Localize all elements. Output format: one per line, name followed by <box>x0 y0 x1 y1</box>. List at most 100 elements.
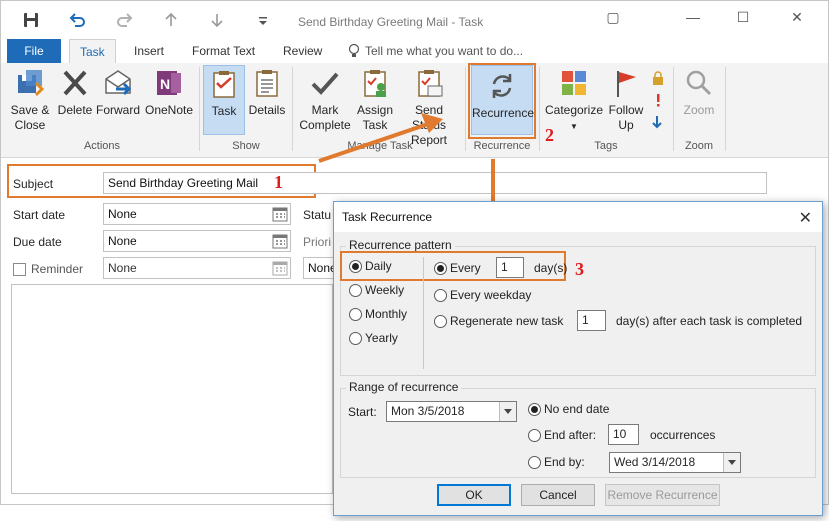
minimize-button[interactable]: — <box>681 9 705 29</box>
categorize-icon <box>562 71 586 95</box>
calendar-icon[interactable] <box>272 233 288 249</box>
subject-label: Subject <box>13 177 54 191</box>
tab-insert[interactable]: Insert <box>134 39 164 63</box>
every-weekday-radio[interactable] <box>434 289 447 302</box>
zoom-button[interactable]: Zoom <box>679 67 719 118</box>
due-date-input[interactable]: None <box>103 230 291 252</box>
assign-task-button[interactable]: Assign Task <box>354 67 396 133</box>
tab-file[interactable]: File <box>7 39 61 63</box>
every-days-input[interactable]: 1 <box>496 257 524 278</box>
window-title: Send Birthday Greeting Mail - Task <box>298 15 484 29</box>
zoom-label: Zoom <box>683 103 715 117</box>
mark-complete-label-1: Mark <box>311 103 339 117</box>
onenote-button[interactable]: N OneNote <box>142 67 196 118</box>
calendar-icon[interactable] <box>272 260 288 276</box>
start-date-combo[interactable]: Mon 3/5/2018 <box>386 401 517 422</box>
reminder-date-input[interactable]: None <box>103 257 291 279</box>
due-date-label: Due date <box>13 235 62 249</box>
due-date-value: None <box>108 234 137 248</box>
up-arrow-icon[interactable] <box>161 10 181 30</box>
cancel-button[interactable]: Cancel <box>521 484 595 506</box>
regenerate-label: Regenerate new task <box>450 314 564 328</box>
delete-button[interactable]: Delete <box>55 67 95 118</box>
redo-icon[interactable] <box>115 10 135 30</box>
tell-me-search[interactable]: Tell me what you want to do... <box>365 39 523 63</box>
yearly-radio[interactable] <box>349 332 362 345</box>
tab-task[interactable]: Task <box>69 39 116 63</box>
weekly-radio[interactable] <box>349 284 362 297</box>
onenote-label: OneNote <box>144 103 194 117</box>
svg-text:N: N <box>160 76 170 92</box>
zoom-icon <box>686 70 712 96</box>
categorize-dropdown-arrow[interactable]: ▼ <box>570 122 578 131</box>
end-after-radio[interactable] <box>528 429 541 442</box>
monthly-radio[interactable] <box>349 308 362 321</box>
follow-up-button[interactable]: Follow Up <box>605 67 647 133</box>
no-end-date-radio[interactable] <box>528 403 541 416</box>
maximize-button[interactable]: ☐ <box>731 9 755 29</box>
priority-label: Priori <box>303 235 332 249</box>
group-separator <box>465 67 466 151</box>
end-by-combo-value: Wed 3/14/2018 <box>614 455 696 469</box>
restore-button[interactable]: ▢ <box>601 9 625 29</box>
undo-icon[interactable] <box>67 10 87 30</box>
mark-complete-button[interactable]: Mark Complete <box>297 67 353 133</box>
low-importance-icon[interactable] <box>651 115 663 129</box>
task-body-editor[interactable] <box>11 284 333 494</box>
follow-up-label-1: Follow <box>608 103 644 117</box>
ok-button[interactable]: OK <box>437 484 511 506</box>
tab-format-text[interactable]: Format Text <box>192 39 255 63</box>
annotation-box-recurrence <box>468 63 536 139</box>
send-status-report-button[interactable]: Send Status Report <box>397 67 461 148</box>
close-icon[interactable]: ✕ <box>799 208 812 228</box>
show-task-button[interactable]: Task <box>203 65 245 135</box>
group-separator <box>199 67 200 151</box>
group-label-actions: Actions <box>83 140 121 152</box>
remove-recurrence-button[interactable]: Remove Recurrence <box>605 484 720 506</box>
chevron-down-icon[interactable] <box>499 402 516 421</box>
days-label: day(s) <box>534 261 568 275</box>
customize-icon[interactable] <box>253 10 273 30</box>
every-days-radio[interactable] <box>434 262 447 275</box>
task-icon <box>213 71 235 98</box>
every-weekday-label: Every weekday <box>450 288 532 302</box>
end-by-combo[interactable]: Wed 3/14/2018 <box>609 452 741 473</box>
start-date-label: Start date <box>13 208 66 222</box>
details-button[interactable]: Details <box>247 67 287 118</box>
chevron-down-icon[interactable] <box>723 453 740 472</box>
tab-review[interactable]: Review <box>283 39 322 63</box>
no-end-date-label: No end date <box>544 402 610 416</box>
save-close-icon <box>18 70 45 97</box>
private-lock-icon[interactable] <box>651 71 665 85</box>
follow-up-flag-icon <box>617 71 636 97</box>
regenerate-radio[interactable] <box>434 315 447 328</box>
start-date-value: None <box>108 207 137 221</box>
calendar-icon[interactable] <box>272 206 288 222</box>
recurrence-pattern-legend: Recurrence pattern <box>346 238 455 252</box>
show-task-label: Task <box>211 104 237 118</box>
start-date-input[interactable]: None <box>103 203 291 225</box>
step-number-2: 2 <box>545 125 554 145</box>
mark-complete-label-2: Complete <box>299 118 351 132</box>
down-arrow-icon[interactable] <box>207 10 227 30</box>
categorize-button[interactable]: Categorize ▼ <box>543 67 605 134</box>
details-label: Details <box>248 103 286 117</box>
regenerate-suffix: day(s) after each task is completed <box>616 314 803 328</box>
forward-button[interactable]: Forward <box>95 67 141 118</box>
save-close-button[interactable]: Save & Close <box>7 67 53 133</box>
end-after-input[interactable]: 10 <box>608 424 639 445</box>
high-importance-icon[interactable] <box>653 93 663 107</box>
assign-task-icon <box>364 70 386 97</box>
assign-task-label-2: Task <box>362 118 388 132</box>
daily-label: Daily <box>365 259 392 273</box>
weekly-label: Weekly <box>365 283 405 297</box>
subject-input[interactable]: Send Birthday Greeting Mail <box>103 172 767 194</box>
reminder-label: Reminder <box>31 262 84 276</box>
reminder-checkbox[interactable] <box>13 263 26 276</box>
close-button[interactable]: ✕ <box>785 9 809 29</box>
daily-radio[interactable] <box>349 260 362 273</box>
save-icon[interactable] <box>21 10 41 30</box>
end-by-radio[interactable] <box>528 456 541 469</box>
group-label-tags: Tags <box>594 140 618 152</box>
regenerate-days-input[interactable]: 1 <box>577 310 606 331</box>
